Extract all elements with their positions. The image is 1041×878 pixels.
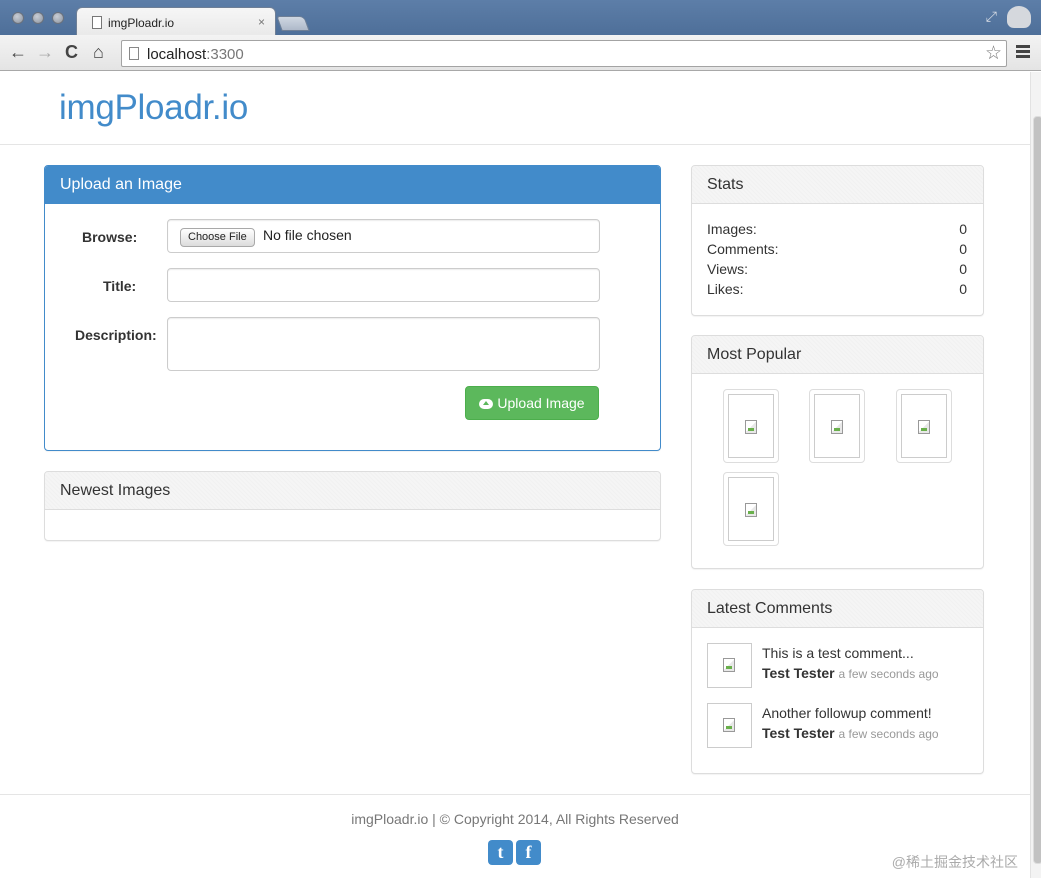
comment-author: Test Tester a few seconds ago (762, 725, 939, 741)
broken-image-icon (745, 420, 757, 434)
zoom-window-button[interactable] (52, 12, 64, 24)
broken-image-icon (831, 420, 843, 434)
page-icon (92, 16, 102, 29)
fullscreen-icon[interactable]: ⤢ (986, 8, 997, 25)
latest-comments-heading: Latest Comments (692, 590, 983, 628)
newest-images-heading: Newest Images (45, 472, 660, 510)
home-icon[interactable]: ⌂ (93, 42, 104, 63)
stat-value: 0 (959, 221, 967, 237)
stat-value: 0 (959, 261, 967, 277)
footer-copyright: imgPloadr.io | © Copyright 2014, All Rig… (351, 811, 679, 827)
footer-divider (0, 794, 1030, 795)
page-viewport: imgPloadr.io Upload an Image Browse: Cho… (0, 72, 1030, 878)
window-titlebar: imgPloadr.io × ⤢ (0, 0, 1041, 36)
vertical-scrollbar[interactable] (1030, 72, 1041, 878)
stat-row-comments: Comments: 0 (707, 241, 967, 257)
comment-text: This is a test comment... (762, 645, 914, 661)
title-input[interactable] (167, 268, 600, 302)
file-input[interactable]: Choose File No file chosen (167, 219, 600, 253)
facebook-icon[interactable]: f (516, 840, 541, 865)
broken-image-icon (723, 718, 735, 732)
stat-label: Images: (707, 221, 757, 237)
menu-icon[interactable] (1016, 45, 1030, 60)
twitter-icon[interactable]: t (488, 840, 513, 865)
browse-label: Browse: (82, 229, 138, 245)
most-popular-panel: Most Popular (691, 335, 984, 569)
comment-image-thumbnail[interactable] (707, 643, 752, 688)
stat-row-images: Images: 0 (707, 221, 967, 237)
browser-toolbar: ← → C ⌂ localhost:3300 ☆ (0, 35, 1041, 71)
broken-image-icon (918, 420, 930, 434)
cloud-upload-icon (479, 399, 494, 409)
latest-comments-panel: Latest Comments This is a test comment..… (691, 589, 984, 774)
watermark: @稀土掘金技术社区 (891, 854, 1018, 870)
tab-title: imgPloadr.io (108, 16, 175, 30)
scrollbar-thumb[interactable] (1033, 116, 1041, 864)
upload-button-label: Upload Image (497, 395, 585, 411)
stat-label: Likes: (707, 281, 744, 297)
comment-author: Test Tester a few seconds ago (762, 665, 939, 681)
browser-tab[interactable]: imgPloadr.io × (76, 7, 276, 36)
stat-label: Views: (707, 261, 748, 277)
comment-text: Another followup comment! (762, 705, 932, 721)
new-tab-button[interactable] (276, 16, 310, 31)
stat-value: 0 (959, 241, 967, 257)
upload-panel: Upload an Image Browse: Choose File No f… (44, 165, 661, 451)
description-textarea[interactable] (167, 317, 600, 371)
popular-image-thumbnail[interactable] (896, 389, 952, 463)
comment-time: a few seconds ago (838, 667, 939, 681)
popular-image-thumbnail[interactable] (723, 389, 779, 463)
stats-panel: Stats Images: 0 Comments: 0 Views: 0 Lik… (691, 165, 984, 316)
bookmark-star-icon[interactable]: ☆ (985, 42, 1002, 65)
minimize-window-button[interactable] (32, 12, 44, 24)
header-divider (0, 144, 1030, 145)
close-window-button[interactable] (12, 12, 24, 24)
comment-image-thumbnail[interactable] (707, 703, 752, 748)
forward-icon[interactable]: → (36, 42, 54, 63)
file-status-text: No file chosen (263, 227, 352, 243)
upload-image-button[interactable]: Upload Image (465, 386, 599, 420)
newest-images-panel: Newest Images (44, 471, 661, 541)
comment-time: a few seconds ago (838, 727, 939, 741)
stat-label: Comments: (707, 241, 779, 257)
popular-image-thumbnail[interactable] (809, 389, 865, 463)
url-text[interactable]: localhost:3300 (147, 46, 244, 63)
stat-row-views: Views: 0 (707, 261, 967, 277)
choose-file-button[interactable]: Choose File (180, 228, 255, 247)
profile-avatar-icon[interactable] (1007, 6, 1031, 28)
popular-image-thumbnail[interactable] (723, 472, 779, 546)
address-bar[interactable]: localhost:3300 ☆ (121, 40, 1007, 67)
reload-icon[interactable]: C (65, 42, 78, 63)
upload-panel-heading: Upload an Image (45, 166, 660, 204)
title-label: Title: (103, 278, 137, 294)
broken-image-icon (723, 658, 735, 672)
stat-row-likes: Likes: 0 (707, 281, 967, 297)
description-label: Description: (75, 327, 157, 343)
stat-value: 0 (959, 281, 967, 297)
brand-title[interactable]: imgPloadr.io (59, 88, 248, 128)
back-icon[interactable]: ← (9, 42, 27, 63)
broken-image-icon (745, 503, 757, 517)
page-icon (129, 47, 139, 60)
most-popular-heading: Most Popular (692, 336, 983, 374)
tab-close-icon[interactable]: × (258, 15, 265, 29)
stats-heading: Stats (692, 166, 983, 204)
